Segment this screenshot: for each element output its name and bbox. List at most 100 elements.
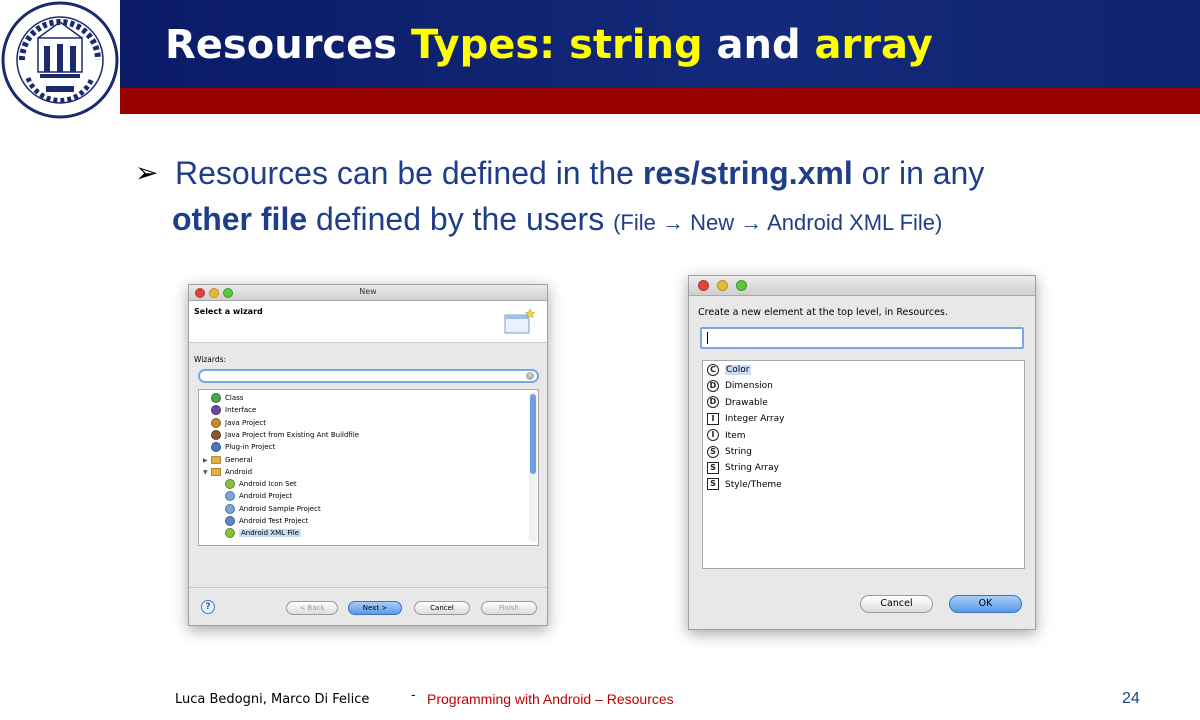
cancel-button[interactable]: Cancel [860,595,933,613]
footer-separator: - [411,686,416,702]
tree-item[interactable]: Android Sample Project [225,503,321,515]
new-wizard-dialog: New Select a wizard Wizards: × Class Inte… [188,284,548,626]
dialog-prompt: Create a new element at the top level, i… [698,307,948,318]
android-sample-icon [225,503,235,514]
clear-filter-icon[interactable]: × [526,372,534,380]
window-title: New [359,287,377,296]
wizard-filter-input[interactable]: × [198,369,539,383]
resource-type-item[interactable]: D Dimension [707,379,773,393]
button-bar-divider [189,587,547,588]
text-caret [707,332,708,344]
resource-type-label: Drawable [725,397,768,408]
tree-item-label: Java Project [225,418,266,427]
wizard-tree: Class Interface Java Project Java Project f… [198,389,539,546]
footer-course-title: Programming with Android – Resources [427,691,674,707]
resource-type-label: String Array [725,463,779,474]
zoom-window-button[interactable] [736,280,747,291]
minimize-window-button[interactable] [717,280,728,291]
resource-type-list: C Color D Dimension D Drawable I Integer Array I… [702,360,1025,569]
tree-item[interactable]: Android Icon Set [225,478,297,490]
footer-authors: Luca Bedogni, Marco Di Felice [175,692,370,707]
interface-icon [211,405,221,416]
university-seal-logo [1,1,119,119]
resource-type-item[interactable]: C Color [707,363,751,377]
bullet-line-1: Resources can be defined in the res/stri… [175,155,985,191]
tree-item-label: Android [225,467,253,476]
resource-type-icon: I [707,429,719,442]
next-button[interactable]: Next > [348,601,402,615]
resource-type-icon: D [707,396,719,409]
cancel-button[interactable]: Cancel [414,601,470,615]
window-titlebar: New [189,285,547,301]
class-icon [211,393,221,403]
tree-item-label: Android Project [239,492,293,501]
tree-item[interactable]: Android Test Project [225,515,308,527]
android-test-icon [225,516,235,526]
resource-type-label: Integer Array [725,414,785,425]
help-icon[interactable]: ? [201,600,215,614]
tree-item-label: Android XML File [239,529,301,538]
java-project-icon [211,417,221,428]
folder-icon [211,467,221,476]
tree-item-label: Plug-in Project [225,443,276,452]
slide-title: Resources Types: string and array [165,22,933,68]
resource-type-icon: D [707,379,719,392]
scrollbar-thumb[interactable] [530,394,536,474]
tree-item-label: Java Project from Existing Ant Buildfile [225,430,360,439]
window-titlebar [689,276,1035,296]
tree-item[interactable]: Class [203,392,243,404]
tree-item-label: Class [225,394,244,402]
page-number: 24 [1122,690,1140,707]
resource-type-label: Item [725,430,746,441]
tree-item[interactable]: ▼ Android [203,466,252,478]
tree-item[interactable]: Plug-in Project [203,441,275,453]
folder-icon [211,455,221,464]
resource-type-icon: S [707,445,719,458]
resource-type-item[interactable]: S Style/Theme [707,478,782,492]
finish-button[interactable]: Finish [481,601,537,615]
android-project-icon [225,491,235,502]
resource-type-icon: I [707,412,719,425]
resource-type-label: Color [725,365,751,375]
wizard-heading: Select a wizard [194,307,263,316]
resource-type-item[interactable]: I Integer Array [707,412,784,426]
resource-type-item[interactable]: S String [707,445,752,459]
tree-item-label: Android Test Project [239,517,309,525]
resource-type-icon: C [707,363,719,376]
wizard-header-panel: Select a wizard [189,301,547,343]
resource-type-label: String [725,447,752,457]
tree-item[interactable]: Android XML File [225,527,301,539]
ok-button[interactable]: OK [949,595,1022,613]
resource-type-icon: S [707,478,719,491]
close-window-button[interactable] [698,280,709,291]
tree-item-label: General [225,455,253,464]
tree-item[interactable]: Java Project [203,417,266,429]
create-resource-dialog: Create a new element at the top level, i… [688,275,1036,630]
resource-type-item[interactable]: S String Array [707,461,779,475]
plugin-icon [211,442,221,453]
tree-item[interactable]: ▶ General [203,454,253,466]
tree-item[interactable]: Interface [203,404,256,416]
tree-item-label: Android Icon Set [239,480,297,489]
bullet-arrow-icon: ➢ [135,157,159,188]
tree-item[interactable]: Java Project from Existing Ant Buildfile [203,429,359,441]
resource-type-label: Dimension [725,381,773,392]
wizards-label: Wizards: [194,355,227,364]
wizard-banner-icon [504,308,535,334]
back-button[interactable]: < Back [286,601,338,615]
resource-type-item[interactable]: I Item [707,429,746,443]
collapsed-triangle-icon[interactable]: ▶ [203,455,211,467]
ant-icon [211,429,221,440]
resource-type-icon: S [707,461,719,474]
android-icon [225,479,235,490]
tree-item-label: Interface [225,406,257,415]
expanded-triangle-icon[interactable]: ▼ [203,467,211,479]
tree-item[interactable]: Android Project [225,490,292,502]
tree-scrollbar[interactable] [529,392,537,542]
resource-type-item[interactable]: D Drawable [707,396,768,410]
bullet-line-2: other file defined by the users (File → … [172,201,943,237]
element-filter-input[interactable] [700,327,1024,349]
xml-file-icon [225,528,235,539]
resource-type-label: Style/Theme [725,479,782,490]
title-underline [120,88,1200,114]
